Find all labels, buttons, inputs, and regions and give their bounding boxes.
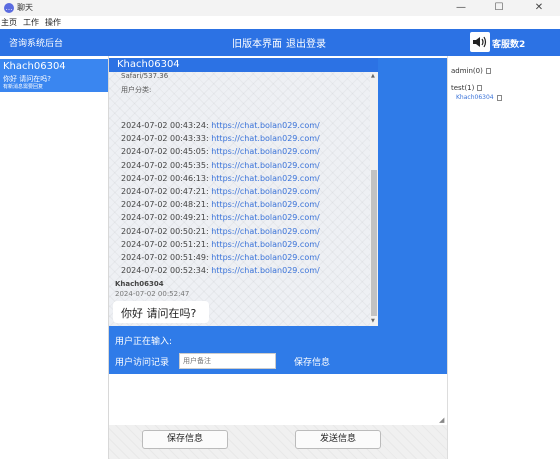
chat-app-icon: …	[4, 3, 14, 13]
visit-url-link[interactable]: https://chat.bolan029.com/	[211, 161, 320, 170]
menu-item-home[interactable]: 主页	[1, 17, 17, 28]
save-info-link[interactable]: 保存信息	[294, 355, 330, 368]
service-count: 客服数2	[470, 32, 552, 52]
visit-url-link[interactable]: https://chat.bolan029.com/	[211, 174, 320, 183]
conversation-name: Khach06304	[3, 61, 66, 72]
visit-log-row: 2024-07-02 00:45:35: https://chat.bolan0…	[121, 160, 320, 170]
compose-actions: 保存信息 发送信息	[109, 425, 447, 459]
agent-group-label: admin(0)	[451, 67, 483, 75]
typing-status-label: 用户正在输入:	[115, 337, 173, 347]
scroll-up-icon[interactable]: ▲	[371, 73, 375, 79]
user-agent-text: Safari/537.36	[121, 72, 169, 80]
agent-list-panel: admin(0) test(1) Khach06304	[447, 56, 560, 459]
conversation-status: 有新消息需要回复	[3, 84, 44, 90]
menu-item-work[interactable]: 工作	[23, 17, 39, 28]
scroll-down-icon[interactable]: ▼	[371, 318, 375, 324]
chat-contact-title: Khach06304	[109, 58, 378, 72]
window-title: 聊天	[17, 3, 33, 12]
message-compose-input[interactable]	[109, 374, 447, 425]
user-group-label: 用户分类:	[121, 86, 152, 94]
agent-group-test[interactable]: test(1)	[451, 84, 483, 92]
speaker-icon	[470, 32, 490, 52]
agent-user-item[interactable]: Khach06304	[456, 94, 502, 101]
close-button[interactable]: ✕	[520, 0, 558, 16]
visit-url-link[interactable]: https://chat.bolan029.com/	[211, 187, 320, 196]
visit-log-row: 2024-07-02 00:52:34: https://chat.bolan0…	[121, 266, 320, 276]
visit-url-link[interactable]: https://chat.bolan029.com/	[211, 227, 320, 236]
visit-log-row: 2024-07-02 00:46:13: https://chat.bolan0…	[121, 173, 320, 183]
agent-group-label: test(1)	[451, 84, 475, 92]
top-header: 咨询系统后台 旧版本界面 退出登录 客服数2	[0, 29, 560, 56]
visit-url-link[interactable]: https://chat.bolan029.com/	[211, 213, 320, 222]
agent-user-label: Khach06304	[456, 94, 494, 101]
message-sender: Khach06304	[115, 280, 164, 288]
conversation-list: Khach06304 你好 请问在吗? 有新消息需要回复	[0, 56, 109, 459]
visit-record-label[interactable]: 用户访问记录	[115, 355, 169, 368]
visit-log-row: 2024-07-02 00:51:21: https://chat.bolan0…	[121, 239, 320, 249]
minimize-button[interactable]: —	[442, 0, 480, 16]
visit-url-link[interactable]: https://chat.bolan029.com/	[211, 240, 320, 249]
chat-panel: Khach06304 Safari/537.36 用户分类: 2024-07-0…	[109, 58, 378, 326]
chat-scrollbar[interactable]	[370, 72, 378, 326]
conversation-item-selected[interactable]: Khach06304 你好 请问在吗? 有新消息需要回复	[0, 59, 108, 92]
visit-log-row: 2024-07-02 00:51:49: https://chat.bolan0…	[121, 252, 320, 262]
visit-log-row: 2024-07-02 00:48:21: https://chat.bolan0…	[121, 200, 320, 210]
chat-scrollbar-thumb[interactable]	[371, 170, 377, 316]
document-icon	[496, 94, 502, 101]
user-info-bar: 用户正在输入: 用户访问记录 保存信息	[109, 326, 378, 374]
old-ui-link[interactable]: 旧版本界面	[232, 39, 282, 50]
maximize-button[interactable]: ☐	[480, 0, 518, 16]
visit-url-link[interactable]: https://chat.bolan029.com/	[211, 253, 320, 262]
visit-log-row: 2024-07-02 00:50:21: https://chat.bolan0…	[121, 226, 320, 236]
service-count-label: 客服数2	[492, 40, 526, 50]
message-time: 2024-07-02 00:52:47	[115, 290, 190, 298]
visit-log-row: 2024-07-02 00:45:05: https://chat.bolan0…	[121, 147, 320, 157]
visit-log-row: 2024-07-02 00:49:21: https://chat.bolan0…	[121, 213, 320, 223]
visit-url-link[interactable]: https://chat.bolan029.com/	[211, 266, 320, 275]
menu-item-operate[interactable]: 操作	[45, 17, 61, 28]
user-note-input[interactable]	[179, 353, 276, 369]
visit-url-link[interactable]: https://chat.bolan029.com/	[211, 147, 320, 156]
save-info-button[interactable]: 保存信息	[142, 430, 228, 449]
menu-bar: 主页 工作 操作	[0, 16, 560, 29]
document-icon	[477, 85, 483, 91]
visit-url-link[interactable]: https://chat.bolan029.com/	[211, 121, 320, 130]
visit-log-row: 2024-07-02 00:43:24: https://chat.bolan0…	[121, 121, 320, 130]
resize-grip-icon[interactable]: ◢	[439, 416, 444, 424]
message-bubble: 你好 请问在吗?	[113, 301, 209, 323]
send-message-button[interactable]: 发送信息	[295, 430, 381, 449]
visit-url-link[interactable]: https://chat.bolan029.com/	[211, 134, 320, 143]
visit-url-link[interactable]: https://chat.bolan029.com/	[211, 200, 320, 209]
chat-side-panel	[378, 58, 447, 374]
logout-link[interactable]: 退出登录	[286, 39, 326, 50]
window-titlebar: … 聊天 — ☐ ✕	[0, 0, 560, 16]
visit-log-row: 2024-07-02 00:43:33: https://chat.bolan0…	[121, 134, 320, 144]
visit-log: 2024-07-02 00:43:24: https://chat.bolan0…	[121, 121, 320, 279]
agent-group-admin[interactable]: admin(0)	[451, 67, 491, 75]
document-icon	[485, 68, 491, 74]
visit-log-row: 2024-07-02 00:47:21: https://chat.bolan0…	[121, 186, 320, 196]
top-links: 旧版本界面 退出登录	[232, 35, 330, 50]
system-title: 咨询系统后台	[9, 39, 64, 49]
